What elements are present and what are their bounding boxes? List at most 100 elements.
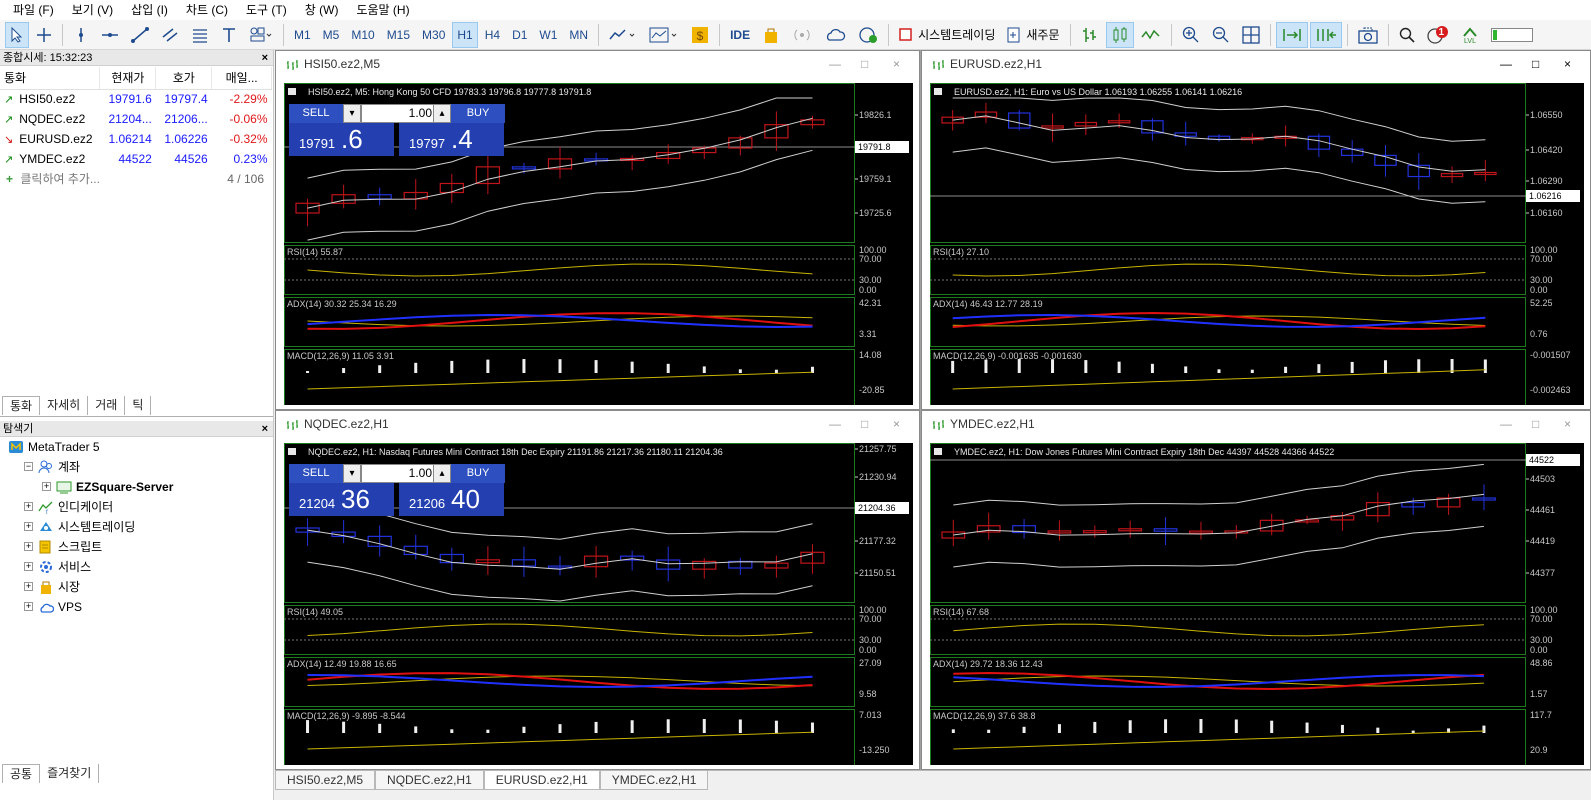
maximize-icon[interactable]: □	[861, 411, 868, 438]
add-symbol-row[interactable]: + 클릭하여 추가... 4 / 106	[0, 169, 272, 189]
chart-plot[interactable]: EURUSD.ez2, H1: Euro vs US Dollar 1.0619…	[930, 83, 1584, 405]
templates-button[interactable]	[644, 22, 684, 48]
sell-price-button[interactable]: 21204 36	[289, 483, 394, 516]
chart-window-nq[interactable]: NQDEC.ez2,H1 — □ × NQDEC.ez2, H1: Nasdaq Fut…	[275, 410, 920, 770]
navigator-item[interactable]: + 시스템트레이딩	[0, 517, 273, 537]
expand-icon[interactable]: +	[24, 582, 33, 591]
vertical-line-button[interactable]	[68, 22, 94, 48]
column-header[interactable]: 현재가	[99, 67, 157, 90]
chart-shift-button[interactable]	[1309, 21, 1342, 48]
navigator-item[interactable]: − 계좌	[0, 457, 273, 477]
chart-type-button[interactable]	[604, 22, 642, 48]
timeframe-mn-button[interactable]: MN	[564, 22, 593, 48]
new-order-button[interactable]: 새주문	[1002, 22, 1064, 48]
expand-icon[interactable]: +	[24, 522, 33, 531]
community-button[interactable]	[853, 22, 883, 48]
close-icon[interactable]: ×	[262, 421, 268, 437]
maximize-icon[interactable]: □	[1532, 411, 1539, 438]
text-tool-button[interactable]	[216, 22, 242, 48]
close-icon[interactable]: ×	[1564, 51, 1571, 78]
expand-icon[interactable]: −	[24, 462, 33, 471]
menu-item-4[interactable]: 도구 (T)	[237, 0, 296, 20]
lot-up-button[interactable]: ▴	[433, 464, 451, 483]
column-header[interactable]: 통화	[0, 67, 101, 90]
close-icon[interactable]: ×	[1564, 411, 1571, 438]
minimize-icon[interactable]: —	[829, 411, 841, 438]
chart-tab[interactable]: YMDEC.ez2,H1	[599, 771, 709, 790]
close-icon[interactable]: ×	[262, 50, 268, 66]
close-icon[interactable]: ×	[893, 411, 900, 438]
chart-tab[interactable]: EURUSD.ez2,H1	[483, 771, 600, 790]
expand-icon[interactable]: +	[24, 562, 33, 571]
tile-windows-button[interactable]	[1237, 22, 1265, 48]
menu-item-6[interactable]: 도움말 (H)	[347, 0, 418, 20]
sell-price-button[interactable]: 19791 .6	[289, 123, 394, 156]
timeframe-m30-button[interactable]: M30	[417, 22, 450, 48]
maximize-icon[interactable]: □	[1532, 51, 1539, 78]
timeframe-m1-button[interactable]: M1	[289, 22, 316, 48]
lot-down-button[interactable]: ▾	[343, 104, 361, 123]
chart-plot[interactable]: YMDEC.ez2, H1: Dow Jones Futures Mini Co…	[930, 443, 1584, 765]
expand-icon[interactable]: +	[42, 482, 51, 491]
market-watch-row[interactable]: ↗ NQDEC.ez2 21204... 21206... -0.06%	[0, 109, 272, 129]
market-watch-row[interactable]: ↗ HSI50.ez2 19791.6 19797.4 -2.29%	[0, 89, 272, 109]
sell-button[interactable]: SELL	[289, 464, 343, 483]
maximize-icon[interactable]: □	[861, 51, 868, 78]
buy-price-button[interactable]: 19797 .4	[399, 123, 504, 156]
navigator-item[interactable]: + EZSquare-Server	[0, 477, 273, 497]
chart-window-titlebar[interactable]: NQDEC.ez2,H1 — □ ×	[276, 411, 919, 438]
menu-item-1[interactable]: 보기 (V)	[63, 0, 122, 20]
expand-icon[interactable]: +	[24, 602, 33, 611]
tab-market-2[interactable]: 거래	[88, 396, 126, 415]
tab-navigator-0[interactable]: 공통	[2, 764, 41, 783]
chart-tab[interactable]: HSI50.ez2,M5	[275, 771, 376, 790]
navigator-item[interactable]: + f 인디케이터	[0, 497, 273, 517]
auto-scroll-button[interactable]	[1275, 21, 1308, 48]
chart-window-titlebar[interactable]: YMDEC.ez2,H1 — □ ×	[922, 411, 1590, 438]
menu-item-5[interactable]: 창 (W)	[296, 0, 348, 20]
lot-down-button[interactable]: ▾	[343, 464, 361, 483]
minimize-icon[interactable]: —	[1500, 51, 1512, 78]
chart-window-hsi[interactable]: HSI50.ez2,M5 — □ × HSI50.ez2, M5: Hong Kong …	[275, 50, 920, 410]
ide-button[interactable]: IDE	[725, 22, 755, 48]
timeframe-d1-button[interactable]: D1	[507, 22, 532, 48]
crosshair-button[interactable]	[31, 22, 57, 48]
menu-item-2[interactable]: 삽입 (I)	[122, 0, 177, 20]
menu-item-0[interactable]: 파일 (F)	[4, 0, 63, 20]
expand-icon[interactable]: +	[24, 502, 33, 511]
vps-button[interactable]	[819, 22, 851, 48]
timeframe-h1-button[interactable]: H1	[452, 21, 478, 48]
navigator-item[interactable]: + 시장	[0, 577, 273, 597]
buy-button[interactable]: BUY	[451, 464, 505, 483]
tab-market-0[interactable]: 통화	[2, 396, 41, 415]
shapes-button[interactable]	[244, 22, 278, 48]
screenshot-button[interactable]	[1353, 22, 1383, 48]
messages-button[interactable]: 1	[1422, 22, 1454, 48]
chart-window-titlebar[interactable]: HSI50.ez2,M5 — □ ×	[276, 51, 919, 78]
channel-button[interactable]	[156, 22, 184, 48]
timeframe-m15-button[interactable]: M15	[382, 22, 415, 48]
buy-button[interactable]: BUY	[451, 104, 505, 123]
minimize-icon[interactable]: —	[829, 51, 841, 78]
lot-up-button[interactable]: ▴	[433, 104, 451, 123]
market-watch-row[interactable]: ↗ YMDEC.ez2 44522 44526 0.23%	[0, 149, 272, 169]
expand-icon[interactable]: +	[24, 542, 33, 551]
tab-navigator-1[interactable]: 즐겨찾기	[40, 764, 100, 783]
cursor-tool-button[interactable]	[5, 21, 29, 48]
candle-chart-button[interactable]	[1105, 21, 1134, 48]
chart-window-eur[interactable]: EURUSD.ez2,H1 — □ × EURUSD.ez2, H1: Euro vs …	[921, 50, 1591, 410]
market-button[interactable]	[757, 22, 785, 48]
trade-button[interactable]: $	[686, 22, 714, 48]
close-icon[interactable]: ×	[893, 51, 900, 78]
navigator-item[interactable]: + VPS	[0, 597, 273, 617]
algo-trading-button[interactable]: 시스템트레이딩	[894, 22, 1000, 48]
signals-button[interactable]	[787, 22, 817, 48]
zoom-out-button[interactable]	[1207, 22, 1235, 48]
menu-item-3[interactable]: 차트 (C)	[177, 0, 237, 20]
minimize-icon[interactable]: —	[1500, 411, 1512, 438]
tab-market-3[interactable]: 틱	[125, 396, 152, 415]
navigator-item[interactable]: + 서비스	[0, 557, 273, 577]
navigator-item[interactable]: MetaTrader 5	[0, 437, 273, 457]
chart-window-titlebar[interactable]: EURUSD.ez2,H1 — □ ×	[922, 51, 1590, 78]
navigator-item[interactable]: + 스크립트	[0, 537, 273, 557]
